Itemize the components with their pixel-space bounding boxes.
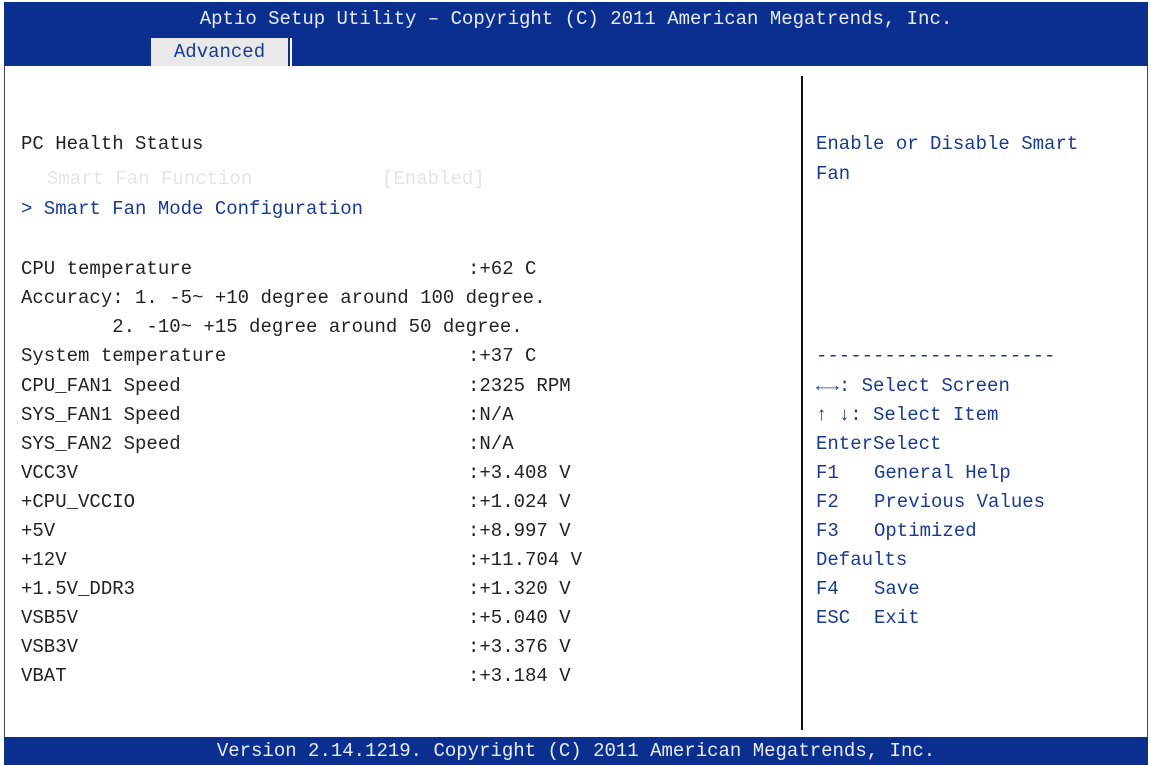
reading-label: VCC3V xyxy=(21,462,79,484)
key-name: F3 xyxy=(816,520,839,542)
key-hint-enter: EnterSelect xyxy=(816,432,941,456)
reading-label: VSB3V xyxy=(21,636,79,658)
accuracy-line-1: Accuracy: 1. -5~ +10 degree around 100 d… xyxy=(21,287,546,309)
key-hint-select-screen: ←→: Select Screen xyxy=(816,374,1010,398)
reading-value: :+1.320 V xyxy=(468,578,571,600)
reading-value: :+8.997 V xyxy=(468,520,571,542)
key-hint-esc: ESC Exit xyxy=(816,606,920,630)
key-action: General Help xyxy=(874,462,1011,484)
key-action: Optimized xyxy=(874,520,977,542)
reading-value: :+37 C xyxy=(468,345,537,367)
cpu-temperature-value: :+62 C xyxy=(468,258,537,280)
key-name: F2 xyxy=(816,491,839,513)
key-name: F1 xyxy=(816,462,839,484)
key-action: Exit xyxy=(874,607,920,629)
reading-label: +12V xyxy=(21,549,67,571)
reading-label: +1.5V_DDR3 xyxy=(21,578,136,600)
reading-value: :+3.376 V xyxy=(468,636,571,658)
reading-label: +CPU_VCCIO xyxy=(21,491,136,513)
help-text-line-1: Enable or Disable Smart xyxy=(816,133,1079,155)
accuracy-line-2: 2. -10~ +15 degree around 50 degree. xyxy=(21,316,523,338)
key-action: Previous Values xyxy=(874,491,1046,513)
bios-screen: Aptio Setup Utility – Copyright (C) 2011… xyxy=(0,0,1151,765)
arrow-up-down-icon: ↑ ↓ xyxy=(816,404,851,426)
tab-edge xyxy=(290,38,292,66)
key-hint-f1: F1 General Help xyxy=(816,461,1011,485)
page-heading: PC Health Status xyxy=(21,133,204,155)
key-hint-f3-cont: Defaults xyxy=(816,548,907,572)
arrow-left-right-icon: ←→ xyxy=(816,375,839,397)
smart-fan-mode-submenu[interactable]: > Smart Fan Mode Configuration xyxy=(21,197,363,221)
reading-value: :+5.040 V xyxy=(468,607,571,629)
reading-label: VBAT xyxy=(21,665,67,687)
reading-value: :+1.024 V xyxy=(468,491,571,513)
footer-version: Version 2.14.1219. Copyright (C) 2011 Am… xyxy=(4,737,1148,765)
tab-advanced[interactable]: Advanced xyxy=(151,38,288,66)
reading-label: SYS_FAN1 Speed xyxy=(21,404,181,426)
smart-fan-function-label[interactable]: Smart Fan Function xyxy=(47,167,252,191)
cpu-temperature-label: CPU temperature xyxy=(21,258,193,280)
reading-value: :+3.408 V xyxy=(468,462,571,484)
reading-value: :+11.704 V xyxy=(468,549,583,571)
tab-bar: Advanced xyxy=(4,36,1148,66)
key-action: Defaults xyxy=(816,549,908,571)
key-hint-f2: F2 Previous Values xyxy=(816,490,1045,514)
reading-value: :+3.184 V xyxy=(468,665,571,687)
key-hint-f3: F3 Optimized xyxy=(816,519,977,543)
reading-value: :2325 RPM xyxy=(468,375,571,397)
reading-label: SYS_FAN2 Speed xyxy=(21,433,181,455)
reading-label: VSB5V xyxy=(21,607,79,629)
key-action: Save xyxy=(874,578,920,600)
title-bar: Aptio Setup Utility – Copyright (C) 2011… xyxy=(4,2,1148,36)
key-action: Select xyxy=(873,433,942,455)
panel-divider xyxy=(801,76,803,730)
reading-label: +5V xyxy=(21,520,56,542)
key-action: : Select Screen xyxy=(838,375,1010,397)
reading-value: :N/A xyxy=(468,404,514,426)
reading-label: CPU_FAN1 Speed xyxy=(21,375,181,397)
key-hint-f4: F4 Save xyxy=(816,577,920,601)
reading-value: :N/A xyxy=(468,433,514,455)
help-separator: --------------------- xyxy=(816,345,1056,367)
help-text-line-2: Fan xyxy=(816,163,851,185)
key-action: : Select Item xyxy=(850,404,999,426)
smart-fan-function-value[interactable]: [Enabled] xyxy=(382,167,485,191)
reading-label: System temperature xyxy=(21,345,227,367)
key-name: ESC xyxy=(816,607,851,629)
key-name: Enter xyxy=(816,433,874,455)
key-name: F4 xyxy=(816,578,839,600)
key-hint-select-item: ↑ ↓: Select Item xyxy=(816,403,998,427)
